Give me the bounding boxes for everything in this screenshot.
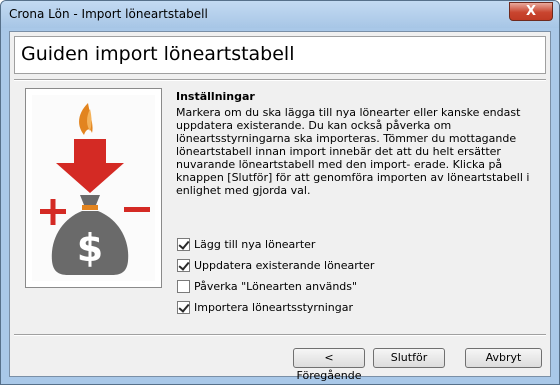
option-label: Uppdatera existerande lönearter	[194, 258, 375, 272]
window-title: Crona Lön - Import löneartstabell	[9, 7, 208, 21]
back-button[interactable]: < Föregående	[293, 348, 365, 382]
option-add-new[interactable]: Lägg till nya lönearter	[177, 236, 315, 252]
settings-heading: Inställningar	[176, 90, 255, 103]
moneybag-import-icon: $	[26, 89, 161, 287]
dialog-client-area: Guiden import löneartstabell $ Inställni…	[9, 31, 551, 382]
checkbox[interactable]	[177, 237, 190, 251]
import-illustration: $	[25, 88, 162, 288]
footer-divider	[14, 334, 546, 336]
close-button[interactable]: X	[509, 2, 553, 21]
option-affect-used[interactable]: Påverka "Lönearten används"	[177, 278, 357, 294]
wizard-title: Guiden import löneartstabell	[21, 43, 295, 65]
checkbox[interactable]	[177, 279, 190, 293]
option-update-existing[interactable]: Uppdatera existerande lönearter	[177, 257, 374, 273]
option-label: Lägg till nya lönearter	[194, 237, 316, 251]
option-import-controls[interactable]: Importera löneartsstyrningar	[177, 299, 353, 315]
header-divider	[14, 79, 546, 81]
checkbox[interactable]	[177, 300, 190, 314]
settings-description: Markera om du ska lägga till nya löneart…	[176, 106, 530, 197]
minus-icon	[124, 207, 150, 212]
wizard-header: Guiden import löneartstabell	[14, 36, 546, 74]
option-label: Importera löneartsstyrningar	[194, 300, 353, 314]
svg-text:$: $	[77, 226, 103, 270]
checkbox[interactable]	[177, 258, 190, 272]
option-label: Påverka "Lönearten används"	[194, 279, 358, 293]
finish-button[interactable]: Slutför	[373, 348, 445, 368]
cancel-button[interactable]: Avbryt	[465, 348, 542, 368]
title-bar: Crona Lön - Import löneartstabell X	[1, 1, 559, 28]
dialog-window: Crona Lön - Import löneartstabell X Guid…	[0, 0, 560, 385]
